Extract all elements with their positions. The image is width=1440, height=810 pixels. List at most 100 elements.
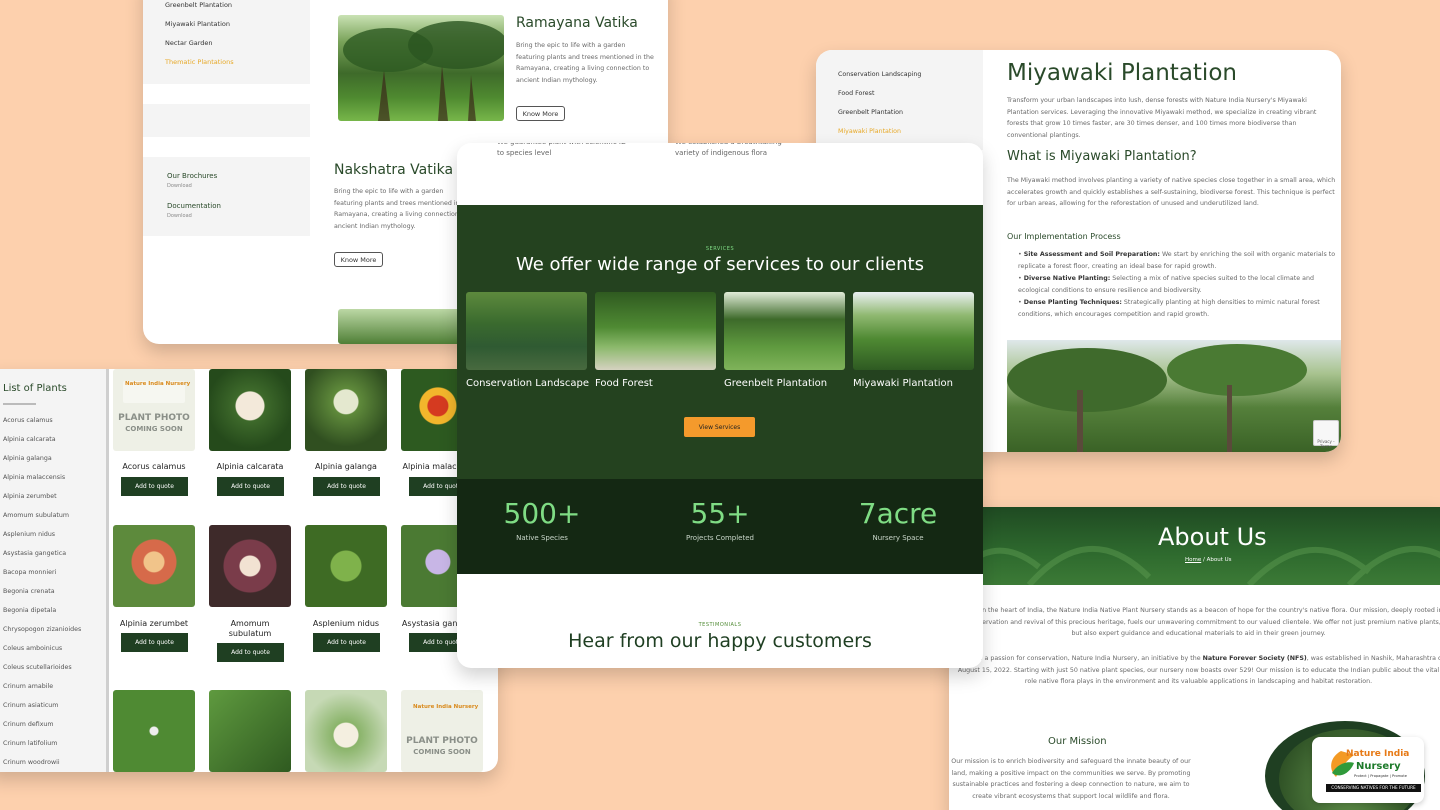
- view-services-button[interactable]: View Services: [684, 417, 755, 437]
- plant-list-item[interactable]: Amomum subulatum: [3, 512, 69, 519]
- nakshatra-know-more-button[interactable]: Know More: [334, 252, 383, 267]
- nakshatra-image: [338, 309, 463, 344]
- process-list: • Site Assessment and Soil Preparation: …: [1018, 249, 1338, 320]
- stat-label: Nursery Space: [872, 534, 924, 542]
- placeholder-photo: Nature India Nursery PLANT PHOTO COMING …: [113, 369, 195, 451]
- nav-miyawaki[interactable]: Miyawaki Plantation: [165, 20, 230, 28]
- intro-text: Transform your urban landscapes into lus…: [1007, 97, 1317, 139]
- p2-start: Born from a passion for conservation, Na…: [951, 655, 1203, 662]
- plant-list-item[interactable]: Crinum amabile: [3, 683, 53, 690]
- established-text: We established a breathtaking variety of…: [675, 143, 782, 157]
- nav-thematic-active[interactable]: Thematic Plantations: [165, 58, 234, 66]
- about-paragraph-1: Nestled in the heart of India, the Natur…: [954, 607, 1440, 637]
- nav-greenbelt[interactable]: Greenbelt Plantation: [838, 109, 903, 116]
- service-label[interactable]: Food Forest: [595, 378, 653, 389]
- plant-list-item[interactable]: Alpinia calcarata: [3, 436, 56, 443]
- service-image-miyawaki[interactable]: [853, 292, 974, 370]
- plant-list-item[interactable]: Begonia dipetala: [3, 607, 56, 614]
- placeholder-brand: Nature India Nursery: [413, 704, 479, 710]
- placeholder-line1: PLANT PHOTO: [118, 413, 190, 423]
- product-name[interactable]: Alpinia calcarata: [195, 462, 305, 472]
- plant-list-item[interactable]: Begonia crenata: [3, 588, 55, 595]
- nakshatra-desc: Bring the epic to life with a garden fea…: [334, 188, 472, 230]
- breadcrumb-separator: /: [1203, 557, 1205, 563]
- placeholder-line2: COMING SOON: [413, 748, 471, 756]
- product-image: [113, 525, 195, 607]
- placeholder-brand: Nature India Nursery: [125, 381, 191, 387]
- plant-list-item[interactable]: Asystasia gangetica: [3, 550, 66, 557]
- plant-list-item[interactable]: Alpinia malaccensis: [3, 474, 65, 481]
- add-to-quote-button[interactable]: Add to quote: [217, 643, 284, 662]
- nav-food-forest[interactable]: Food Forest: [838, 90, 874, 97]
- plant-list-item[interactable]: Crinum defixum: [3, 721, 54, 728]
- stat-number: 7acre: [858, 497, 938, 530]
- step-bold: Site Assessment and Soil Preparation:: [1023, 251, 1160, 258]
- nav-nectar[interactable]: Nectar Garden: [165, 39, 213, 47]
- process-step: • Diverse Native Planting: Selecting a m…: [1018, 275, 1314, 294]
- plant-list-item[interactable]: Crinum latifolium: [3, 740, 57, 747]
- placeholder-line1: PLANT PHOTO: [406, 736, 478, 746]
- brochures-title[interactable]: Our Brochures: [167, 172, 217, 180]
- logo-tag: Protect | Propagate | Promote: [1354, 774, 1408, 778]
- product-name[interactable]: Alpinia galanga: [291, 462, 401, 472]
- nav-conservation[interactable]: Conservation Landscaping: [838, 71, 921, 78]
- add-to-quote-button[interactable]: Add to quote: [121, 477, 188, 496]
- plant-list-item[interactable]: Alpinia zerumbet: [3, 493, 57, 500]
- service-image-greenbelt[interactable]: [724, 292, 845, 370]
- services-card: We guarantee plant with scientific ID to…: [457, 143, 983, 668]
- stat-nursery-space: 7acre Nursery Space: [813, 497, 983, 543]
- service-label[interactable]: Conservation Landscape: [466, 378, 589, 389]
- downloads-block: [143, 157, 310, 236]
- breadcrumb-home[interactable]: Home: [1185, 557, 1201, 563]
- process-step: • Site Assessment and Soil Preparation: …: [1018, 251, 1336, 270]
- plant-list-item[interactable]: Acorus calamus: [3, 417, 53, 424]
- sidebar-block: [143, 104, 310, 137]
- stat-projects: 55+ Projects Completed: [635, 497, 805, 543]
- plant-list-item[interactable]: Chrysopogon zizanioides: [3, 626, 81, 633]
- nfs-link[interactable]: Nature Forever Society (NFS): [1203, 655, 1307, 662]
- service-image-food-forest[interactable]: [595, 292, 716, 370]
- plant-list-item[interactable]: Alpinia galanga: [3, 455, 52, 462]
- tree-illustration: [343, 21, 504, 121]
- product-name[interactable]: Amomum subulatum: [195, 619, 305, 639]
- plant-list-item[interactable]: Crinum asiaticum: [3, 702, 58, 709]
- plants-list-title: List of Plants: [3, 383, 67, 394]
- what-text: The Miyawaki method involves planting a …: [1007, 177, 1336, 207]
- documentation-download[interactable]: Download: [167, 213, 192, 219]
- plant-list-item[interactable]: Asplenium nidus: [3, 531, 55, 538]
- forest-illustration: [1007, 344, 1307, 452]
- recaptcha-badge[interactable]: Privacy - Terms: [1313, 420, 1339, 449]
- product-name[interactable]: Acorus calamus: [99, 462, 209, 472]
- add-to-quote-button[interactable]: Add to quote: [313, 477, 380, 496]
- add-to-quote-button[interactable]: Add to quote: [121, 633, 188, 652]
- stat-number: 55+: [690, 497, 750, 530]
- nav-greenbelt[interactable]: Greenbelt Plantation: [165, 1, 232, 9]
- testimonials-eyebrow: TESTIMONIALS: [698, 622, 742, 628]
- step-bold: Dense Planting Techniques:: [1023, 299, 1122, 306]
- documentation-title[interactable]: Documentation: [167, 202, 221, 210]
- add-to-quote-button[interactable]: Add to quote: [217, 477, 284, 496]
- product-image: [209, 690, 291, 772]
- title-underline: [3, 403, 36, 405]
- plant-list-item[interactable]: Crinum woodrowii: [3, 759, 60, 766]
- breadcrumb-current: About Us: [1206, 557, 1232, 563]
- ramayana-desc: Bring the epic to life with a garden fea…: [516, 42, 654, 84]
- add-to-quote-button[interactable]: Add to quote: [313, 633, 380, 652]
- product-name[interactable]: Asplenium nidus: [291, 619, 401, 629]
- ramayana-know-more-button[interactable]: Know More: [516, 106, 565, 121]
- service-image-conservation[interactable]: [466, 292, 587, 370]
- plant-list-item[interactable]: Coleus amboinicus: [3, 645, 62, 652]
- placeholder-photo: Nature India Nursery PLANT PHOTO COMING …: [401, 690, 483, 772]
- about-paragraph-2: Born from a passion for conservation, Na…: [951, 653, 1440, 688]
- guarantee-text: We guarantee plant with scientific ID to…: [497, 143, 626, 157]
- brochures-download[interactable]: Download: [167, 183, 192, 189]
- plant-list-item[interactable]: Bacopa monnieri: [3, 569, 56, 576]
- nav-miyawaki-active[interactable]: Miyawaki Plantation: [838, 128, 901, 135]
- plant-list-item[interactable]: Coleus scutellarioides: [3, 664, 72, 671]
- process-title: Our Implementation Process: [1007, 232, 1121, 241]
- service-label[interactable]: Miyawaki Plantation: [853, 378, 953, 389]
- brand-logo[interactable]: Nature India Nursery Protect | Propagate…: [1312, 737, 1424, 803]
- testimonials-title: Hear from our happy customers: [568, 630, 872, 652]
- service-label[interactable]: Greenbelt Plantation: [724, 378, 827, 389]
- product-name[interactable]: Alpinia zerumbet: [99, 619, 209, 629]
